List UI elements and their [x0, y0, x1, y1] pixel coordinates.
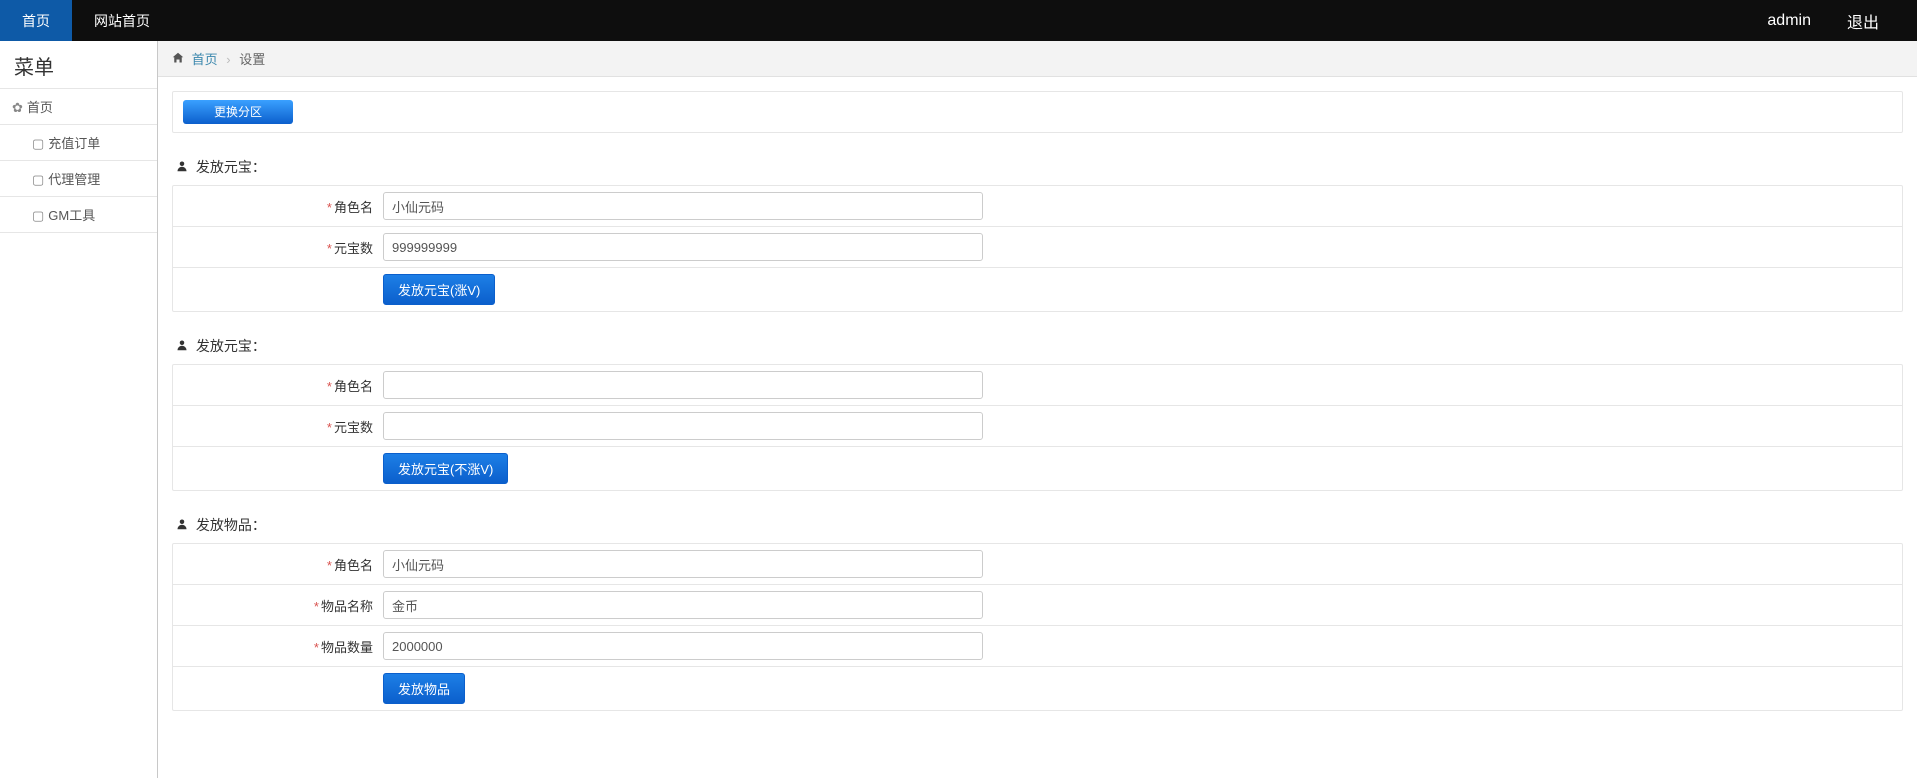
amount-label: 元宝数: [334, 241, 373, 256]
sidebar-item-gm-tools[interactable]: ▢ GM工具: [0, 197, 157, 233]
role-label: 角色名: [334, 379, 373, 394]
section-title: 发放元宝：: [172, 147, 1903, 185]
change-zone-button[interactable]: 更换分区: [183, 100, 293, 124]
file-icon: ▢: [32, 172, 44, 187]
amount-input[interactable]: [383, 233, 983, 261]
form-row-item-name: *物品名称: [173, 585, 1902, 626]
sidebar-item-label: 充值订单: [48, 136, 100, 151]
nav-site-home[interactable]: 网站首页: [72, 0, 172, 41]
sidebar-home-label: 首页: [27, 100, 53, 115]
form-row-submit: 发放元宝(涨V): [173, 268, 1902, 311]
section-title-text: 发放元宝：: [196, 338, 266, 354]
breadcrumb-home-link[interactable]: 首页: [192, 52, 218, 67]
form-row-submit: 发放元宝(不涨V): [173, 447, 1902, 490]
file-icon: ▢: [32, 208, 44, 223]
issue-item-button[interactable]: 发放物品: [383, 673, 465, 704]
sidebar-home[interactable]: ✿ 首页: [0, 89, 157, 125]
item-name-label: 物品名称: [321, 599, 373, 614]
breadcrumb-sep: ›: [226, 52, 230, 67]
sidebar: 菜单 ✿ 首页 ▢ 充值订单 ▢ 代理管理 ▢ GM工具: [0, 41, 158, 778]
role-input[interactable]: [383, 192, 983, 220]
form-row-role: *角色名: [173, 186, 1902, 227]
section-issue-yuanbao-nov: 发放元宝： *角色名 *元宝数 发放元宝(不涨V): [172, 326, 1903, 491]
section-issue-yuanbao-v: 发放元宝： *角色名 *元宝数 发放元宝(涨V): [172, 147, 1903, 312]
person-icon: [176, 517, 192, 533]
section-issue-item: 发放物品： *角色名 *物品名称 *物品数量: [172, 505, 1903, 711]
section-title-text: 发放物品：: [196, 517, 266, 533]
section-title: 发放物品：: [172, 505, 1903, 543]
issue-yuanbao-v-button[interactable]: 发放元宝(涨V): [383, 274, 495, 305]
nav-home[interactable]: 首页: [0, 0, 72, 41]
amount-label: 元宝数: [334, 420, 373, 435]
section-title: 发放元宝：: [172, 326, 1903, 364]
form-row-item-qty: *物品数量: [173, 626, 1902, 667]
sidebar-item-label: GM工具: [48, 208, 95, 223]
breadcrumb: 首页 › 设置: [158, 41, 1917, 77]
nav-user[interactable]: admin: [1749, 12, 1829, 30]
sidebar-item-agent[interactable]: ▢ 代理管理: [0, 161, 157, 197]
role-input[interactable]: [383, 550, 983, 578]
sidebar-item-label: 代理管理: [48, 172, 100, 187]
role-input[interactable]: [383, 371, 983, 399]
form-row-amount: *元宝数: [173, 227, 1902, 268]
role-label: 角色名: [334, 558, 373, 573]
issue-yuanbao-nov-button[interactable]: 发放元宝(不涨V): [383, 453, 508, 484]
home-icon: [172, 52, 188, 67]
sidebar-title: 菜单: [0, 41, 157, 89]
item-qty-input[interactable]: [383, 632, 983, 660]
form-row-role: *角色名: [173, 544, 1902, 585]
role-label: 角色名: [334, 200, 373, 215]
form-row-submit: 发放物品: [173, 667, 1902, 710]
section-title-text: 发放元宝：: [196, 159, 266, 175]
form-row-role: *角色名: [173, 365, 1902, 406]
person-icon: [176, 159, 192, 175]
nav-logout[interactable]: 退出: [1829, 9, 1897, 33]
gear-icon: ✿: [12, 100, 23, 115]
amount-input[interactable]: [383, 412, 983, 440]
item-name-input[interactable]: [383, 591, 983, 619]
zone-card: 更换分区: [172, 91, 1903, 133]
file-icon: ▢: [32, 136, 44, 151]
top-nav: 首页 网站首页 admin 退出: [0, 0, 1917, 41]
form-row-amount: *元宝数: [173, 406, 1902, 447]
breadcrumb-current: 设置: [239, 52, 265, 67]
person-icon: [176, 338, 192, 354]
sidebar-item-recharge[interactable]: ▢ 充值订单: [0, 125, 157, 161]
item-qty-label: 物品数量: [321, 640, 373, 655]
